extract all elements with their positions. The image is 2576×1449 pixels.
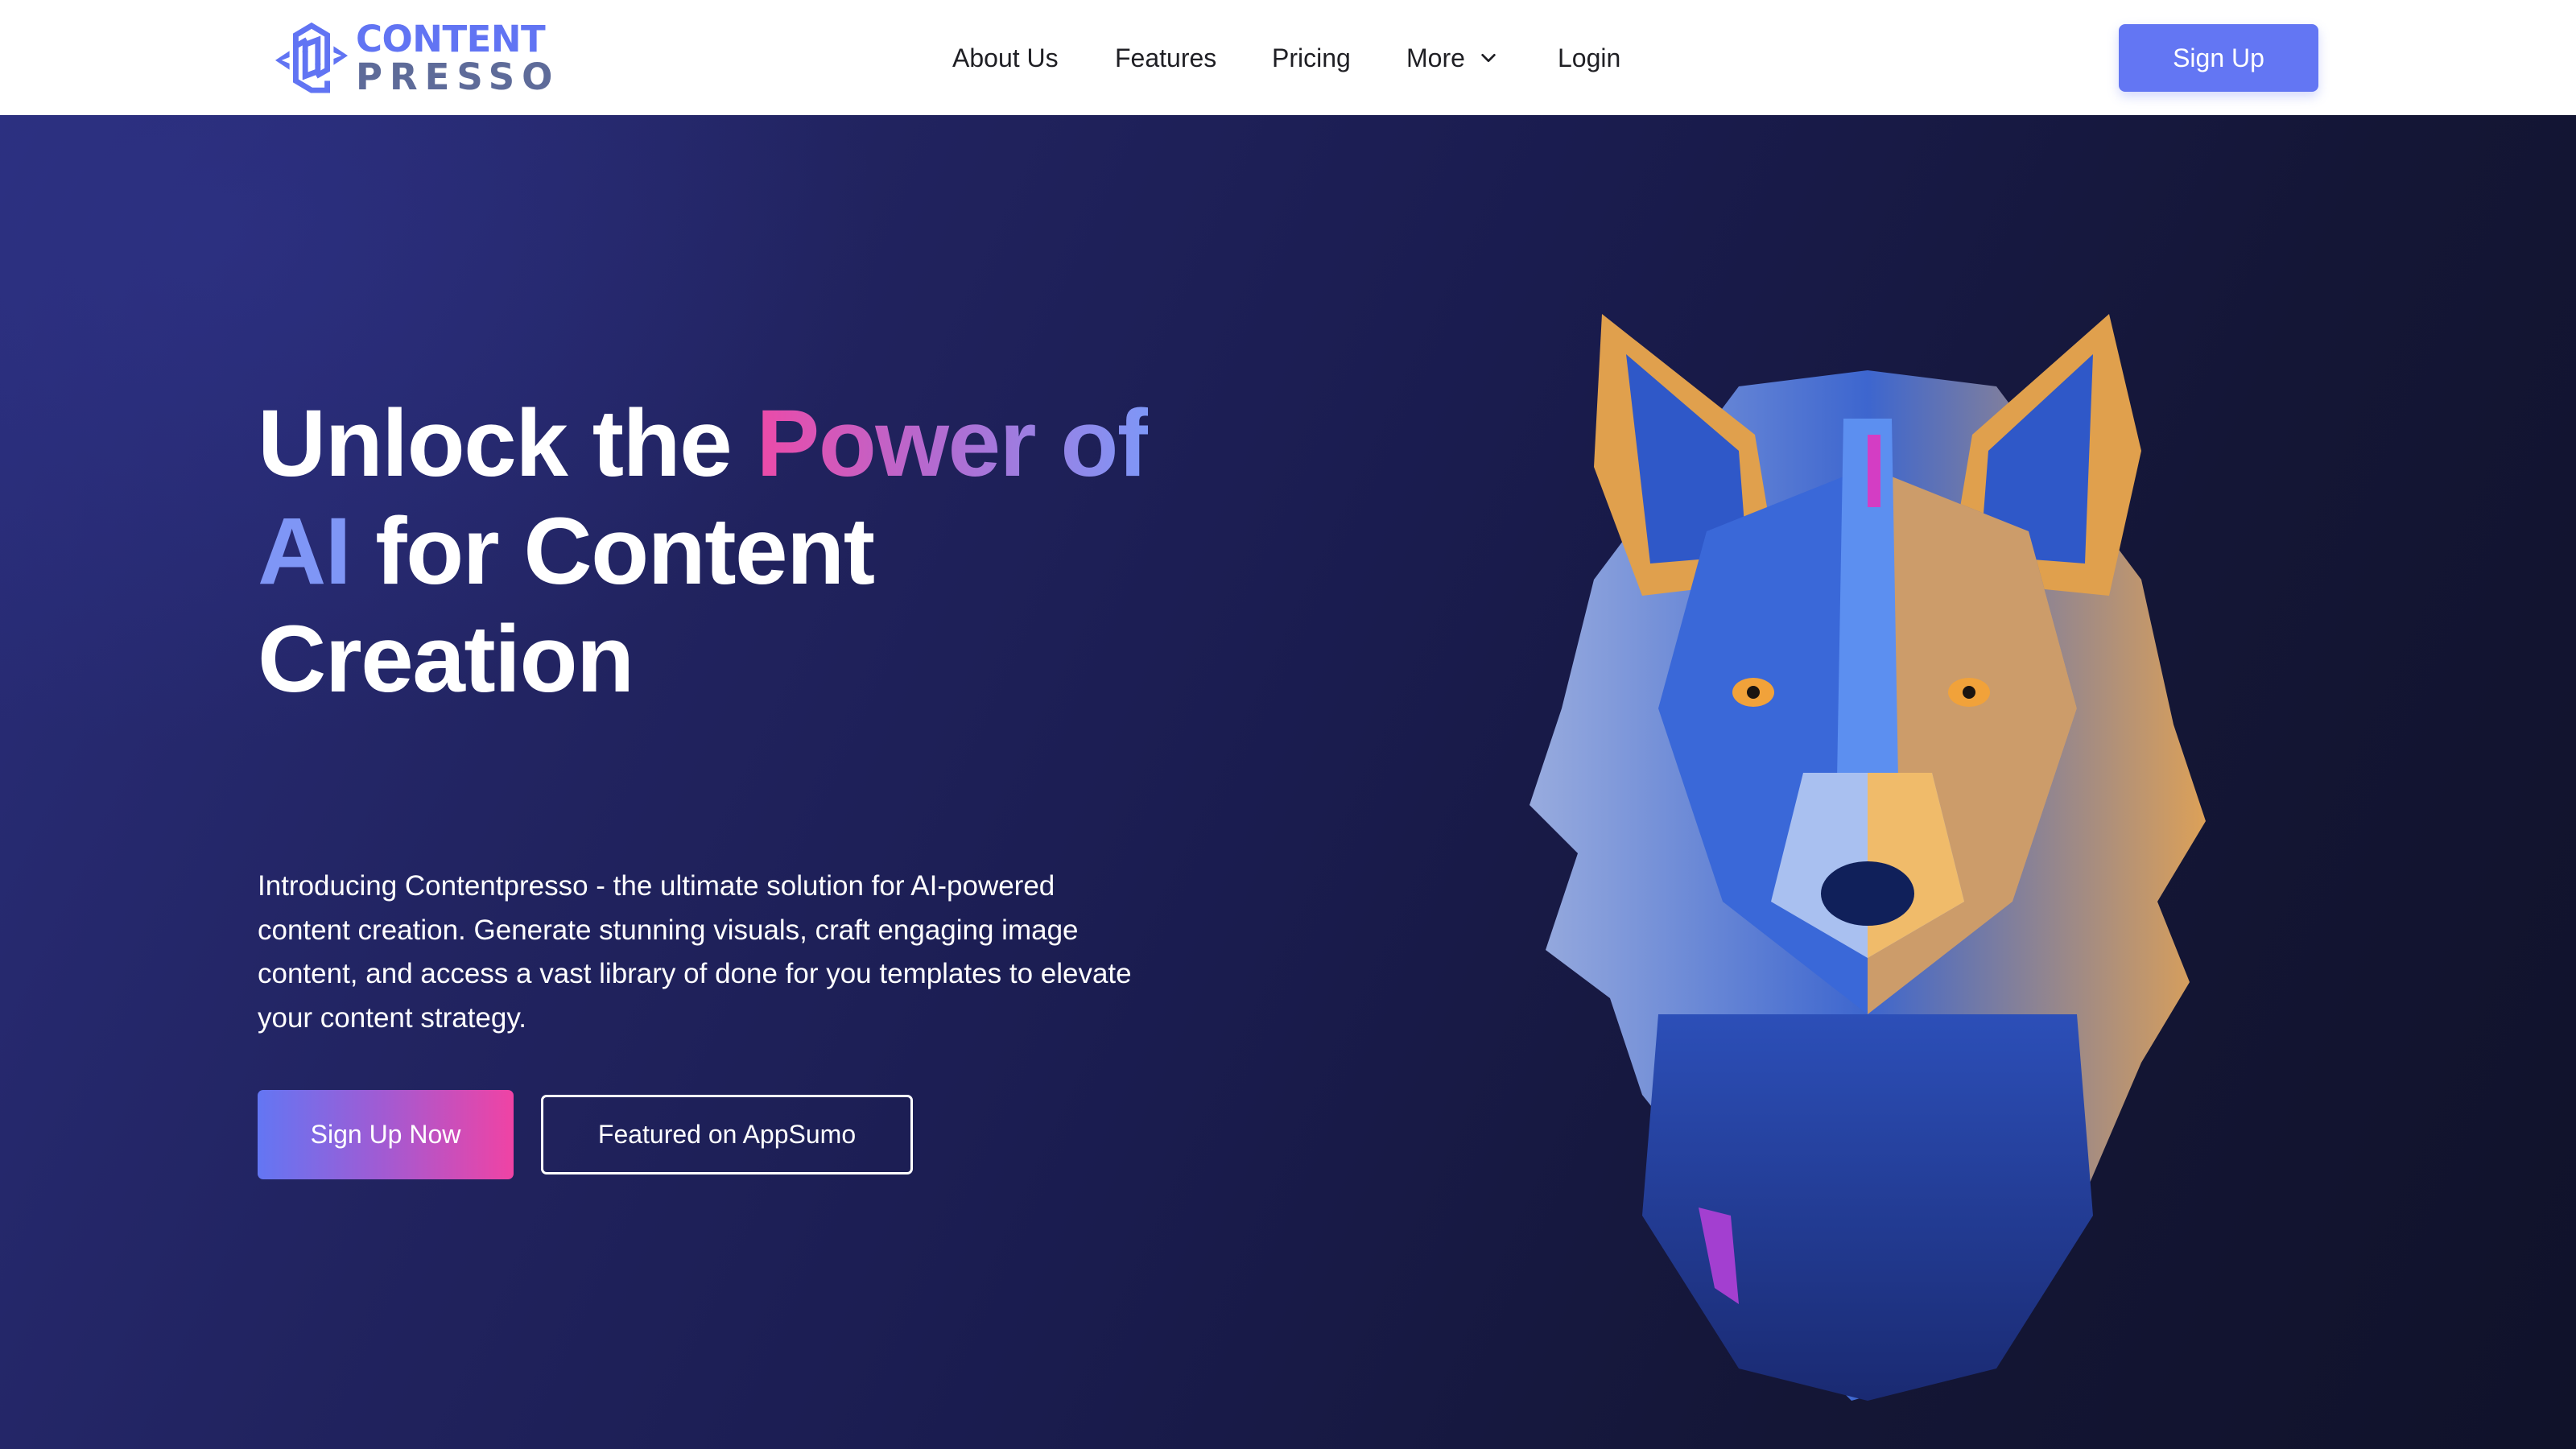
nav-link-pricing[interactable]: Pricing [1272,35,1351,80]
nav-link-about-us[interactable]: About Us [952,35,1059,80]
chevron-down-icon [1481,53,1496,63]
nav-dropdown-more[interactable]: More [1406,35,1497,80]
brand-logo[interactable]: CONTENT PRESSO [272,21,559,95]
nav-link-login[interactable]: Login [1558,35,1620,80]
logo-text-content: CONTENT [356,18,546,60]
top-navigation-bar: CONTENT PRESSO About Us Features Pricing… [0,0,2576,115]
sign-up-now-button[interactable]: Sign Up Now [258,1090,514,1179]
nav-link-features[interactable]: Features [1115,35,1216,80]
wolf-nose [1821,861,1914,926]
nav-more-label: More [1406,43,1465,72]
wolf-chest [1642,1014,2093,1401]
logo-text-presso: PRESSO [356,56,560,98]
headline-part-2: for Content [350,498,875,605]
wolf-forehead-accent [1868,435,1880,507]
contentpresso-logo-icon [275,22,349,93]
headline-part-3: Creation [258,606,634,712]
sign-up-button[interactable]: Sign Up [2119,24,2318,92]
featured-on-appsumo-button[interactable]: Featured on AppSumo [541,1095,913,1174]
hero-headline: Unlock the Power of AI for Content Creat… [258,390,1183,713]
headline-ai: AI [258,498,352,605]
headline-part-1: Unlock the [258,390,757,497]
headline-highlight: Power of [756,390,1149,497]
hero-intro-text: Introducing Contentpresso - the ultimate… [258,870,1132,1034]
wolf-illustration [1530,314,2206,1401]
